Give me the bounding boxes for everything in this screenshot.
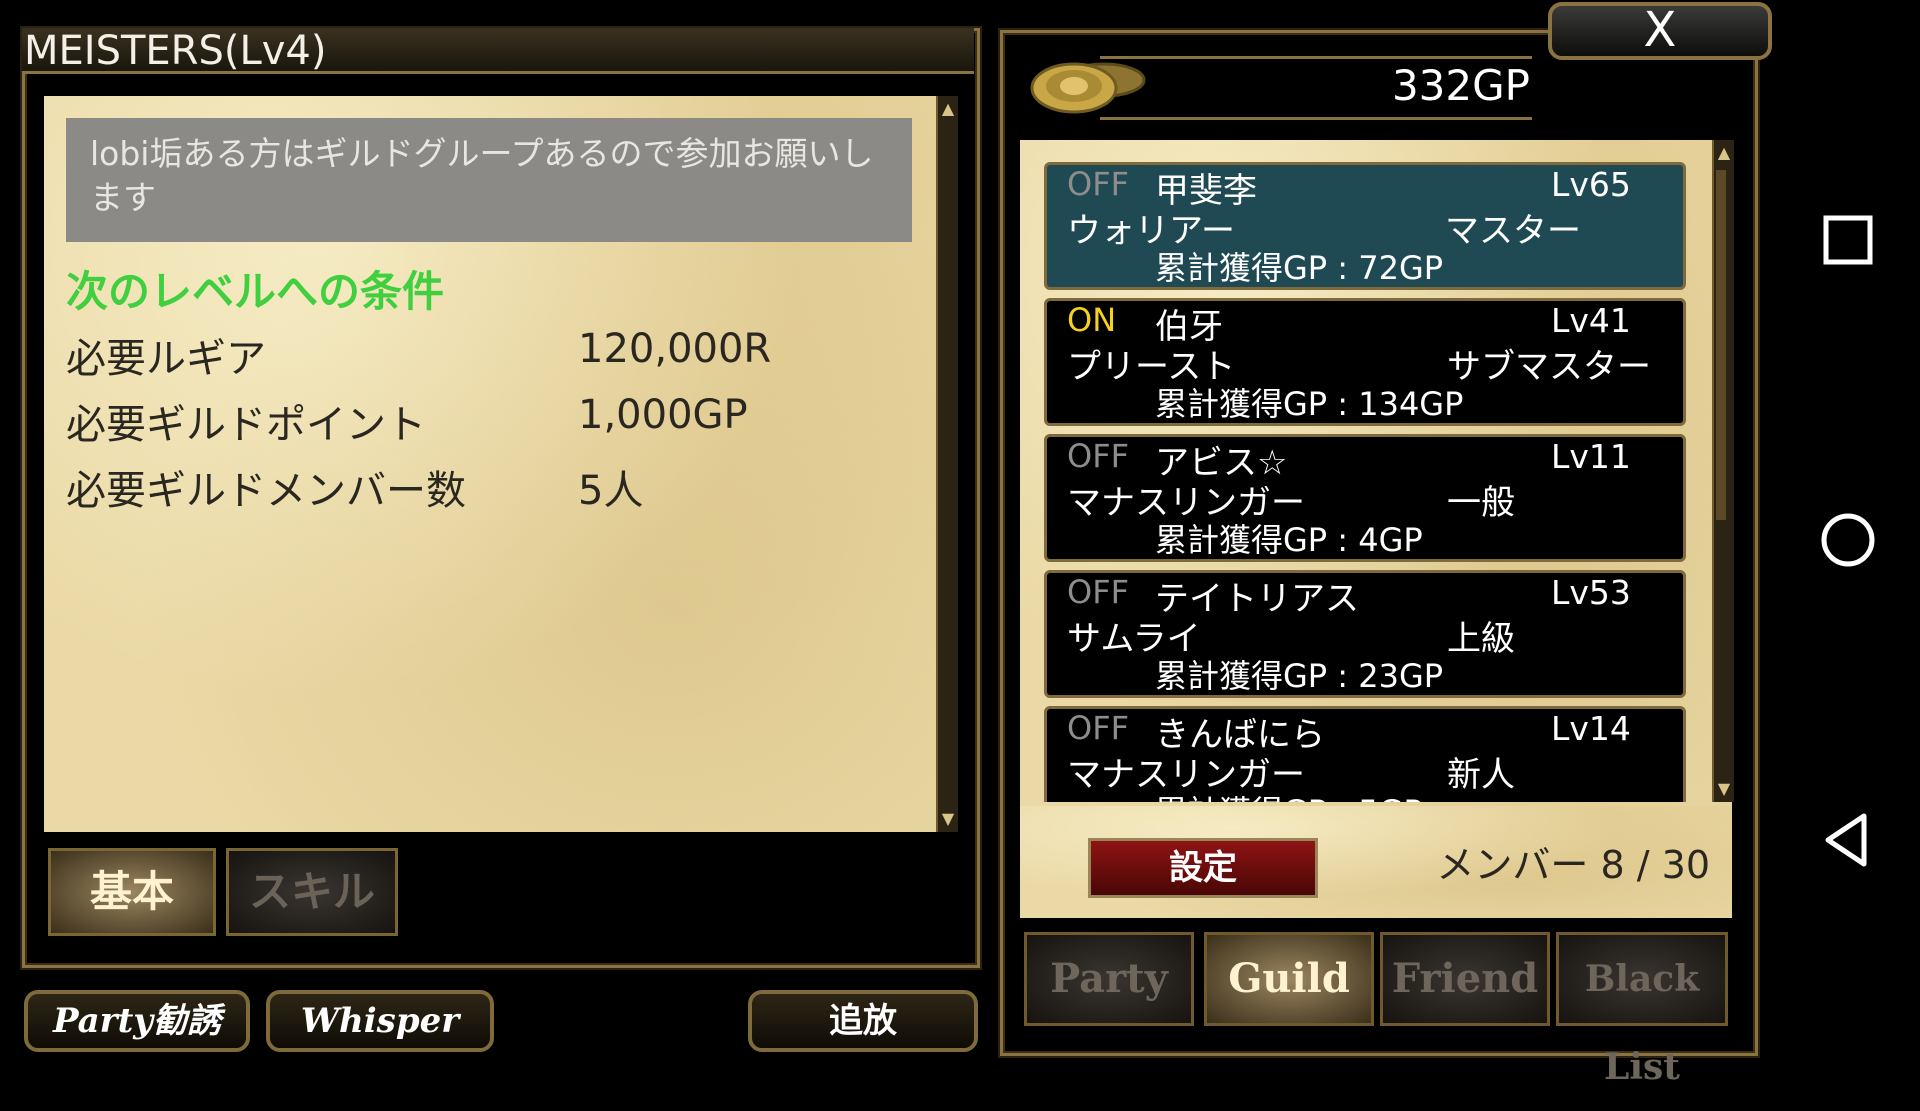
party-invite-button[interactable]: Party勧誘 bbox=[24, 990, 250, 1052]
member-gp: 累計獲得GP : 72GP bbox=[1155, 249, 1444, 287]
guild-title: MEISTERS(Lv4) bbox=[22, 28, 974, 74]
member-status: OFF bbox=[1067, 165, 1129, 203]
member-gp: 累計獲得GP : 5GP bbox=[1155, 787, 1423, 802]
back-icon[interactable] bbox=[1812, 804, 1884, 876]
close-button[interactable]: X bbox=[1548, 2, 1772, 60]
scroll-down-icon[interactable]: ▼ bbox=[938, 806, 958, 832]
member-status: OFF bbox=[1067, 709, 1129, 747]
member-gp: 累計獲得GP : 4GP bbox=[1155, 521, 1423, 559]
member-row[interactable]: ON 伯牙 Lv41 プリースト サブマスター 累計獲得GP : 134GP bbox=[1044, 298, 1686, 426]
requirement-value: 120,000R bbox=[578, 326, 772, 372]
member-gp: 累計獲得GP : 134GP bbox=[1155, 385, 1464, 423]
member-rank: マスター bbox=[1445, 211, 1581, 251]
home-icon[interactable] bbox=[1812, 504, 1884, 576]
member-rank: サブマスター bbox=[1447, 347, 1651, 387]
tab-friend[interactable]: Friend bbox=[1380, 932, 1550, 1026]
member-status: OFF bbox=[1067, 437, 1129, 475]
member-level: Lv65 bbox=[1551, 165, 1631, 204]
scroll-up-icon[interactable]: ▲ bbox=[938, 96, 958, 122]
member-row[interactable]: OFF アビス☆ Lv11 マナスリンガー 一般 累計獲得GP : 4GP bbox=[1044, 434, 1686, 562]
member-row[interactable]: OFF 甲斐李 Lv65 ウォリアー マスター 累計獲得GP : 72GP bbox=[1044, 162, 1686, 290]
whisper-button[interactable]: Whisper bbox=[266, 990, 494, 1052]
scroll-down-icon[interactable]: ▼ bbox=[1714, 776, 1734, 802]
tab-party[interactable]: Party bbox=[1024, 932, 1194, 1026]
member-count: メンバー 8 / 30 bbox=[1436, 843, 1710, 887]
guild-gp: 332GP bbox=[1391, 61, 1530, 110]
guild-notice: lobi垢ある方はギルドグループあるので参加お願いします bbox=[66, 118, 912, 242]
requirement-label: 必要ギルドポイント bbox=[66, 402, 426, 448]
requirement-label: 必要ルギア bbox=[66, 336, 266, 382]
requirement-value: 5人 bbox=[578, 468, 644, 514]
member-level: Lv41 bbox=[1551, 301, 1631, 340]
info-scrollbar[interactable]: ▲ ▼ bbox=[936, 96, 958, 832]
member-rank: 一般 bbox=[1447, 483, 1515, 523]
requirement-label: 必要ギルドメンバー数 bbox=[66, 468, 466, 514]
member-row[interactable]: OFF きんばにら Lv14 マナスリンガー 新人 累計獲得GP : 5GP bbox=[1044, 706, 1686, 802]
member-rank: 新人 bbox=[1447, 755, 1515, 795]
member-gp: 累計獲得GP : 23GP bbox=[1155, 657, 1444, 695]
scrollbar-thumb[interactable] bbox=[1716, 170, 1726, 520]
recent-apps-icon[interactable] bbox=[1812, 204, 1884, 276]
requirement-value: 1,000GP bbox=[578, 392, 748, 438]
tab-basic[interactable]: 基本 bbox=[48, 848, 216, 936]
tab-blacklist[interactable]: Black List bbox=[1556, 932, 1728, 1088]
settings-button[interactable]: 設定 bbox=[1088, 838, 1318, 898]
next-level-heading: 次のレベルへの条件 bbox=[66, 267, 445, 316]
member-status: OFF bbox=[1067, 573, 1129, 611]
member-rank: 上級 bbox=[1447, 619, 1515, 659]
member-row[interactable]: OFF テイトリアス Lv53 サムライ 上級 累計獲得GP : 23GP bbox=[1044, 570, 1686, 698]
member-status: ON bbox=[1067, 301, 1117, 339]
member-level: Lv53 bbox=[1551, 573, 1631, 612]
member-level: Lv14 bbox=[1551, 709, 1631, 748]
member-level: Lv11 bbox=[1551, 437, 1631, 476]
tab-skill[interactable]: スキル bbox=[226, 848, 398, 936]
scroll-up-icon[interactable]: ▲ bbox=[1714, 140, 1734, 166]
kick-button[interactable]: 追放 bbox=[748, 990, 978, 1052]
tab-guild[interactable]: Guild bbox=[1204, 932, 1374, 1026]
